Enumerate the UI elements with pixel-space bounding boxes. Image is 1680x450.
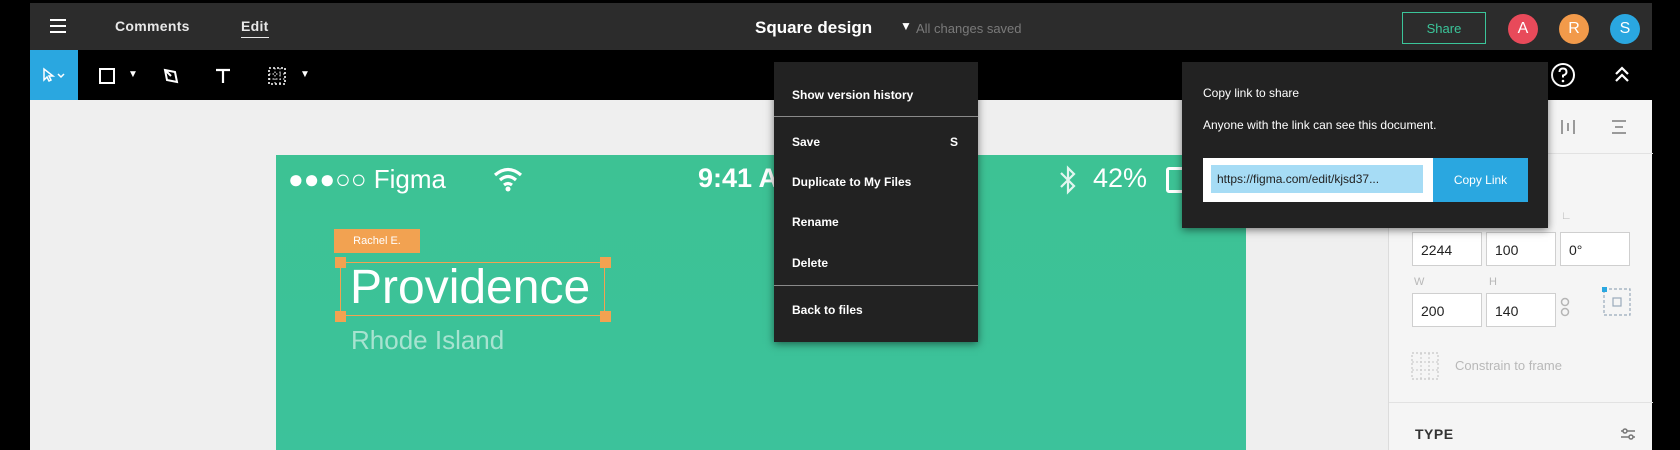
width-label: W — [1414, 276, 1425, 288]
menu-edit[interactable]: Edit — [241, 18, 269, 38]
copy-link-button[interactable]: Copy Link — [1433, 158, 1528, 202]
type-settings-icon[interactable] — [1620, 426, 1636, 442]
height-label: H — [1489, 276, 1497, 288]
status-bar-time: 9:41 A — [698, 163, 779, 193]
height-field[interactable]: 140 — [1486, 293, 1556, 327]
select-tool-button[interactable] — [30, 50, 78, 100]
width-field[interactable]: 200 — [1412, 293, 1482, 327]
avatar[interactable]: S — [1610, 14, 1640, 44]
type-section-heading: TYPE — [1415, 426, 1454, 442]
y-position-field[interactable]: 100 — [1486, 232, 1556, 266]
resize-handle[interactable] — [600, 311, 611, 322]
save-shortcut: S — [949, 135, 958, 149]
resize-handle[interactable] — [600, 257, 611, 268]
menu-item-delete[interactable]: Delete — [792, 256, 828, 270]
status-bar-carrier: ●●●○○ Figma — [288, 164, 446, 194]
constrain-frame-icon[interactable] — [1411, 352, 1439, 380]
share-heading: Copy link to share — [1203, 86, 1300, 100]
avatar[interactable]: R — [1559, 14, 1589, 44]
distribute-vertical-icon[interactable] — [1610, 118, 1628, 136]
distribute-horizontal-icon[interactable] — [1559, 118, 1577, 136]
menu-item-save[interactable]: Save — [792, 135, 820, 149]
rotation-field[interactable]: 0° — [1560, 232, 1630, 266]
rectangle-icon — [99, 68, 115, 84]
bluetooth-icon — [1060, 165, 1076, 195]
status-bar-battery-percent: 42% — [1093, 163, 1148, 193]
resize-handle[interactable] — [335, 257, 346, 268]
wifi-icon — [493, 167, 523, 192]
document-menu-dropdown: Show version history Save S Duplicate to… — [774, 62, 978, 342]
avatar[interactable]: A — [1508, 14, 1538, 44]
menu-divider — [774, 116, 978, 117]
state-subtitle-text[interactable]: Rhode Island — [351, 325, 504, 356]
menu-item-back-to-files[interactable]: Back to files — [792, 303, 863, 317]
save-status: All changes saved — [916, 21, 1022, 36]
constrain-proportions-icon[interactable] — [1560, 297, 1570, 317]
artboard[interactable]: ●●●○○ Figma 9:41 A 42% Rachel E. Provide… — [276, 155, 1246, 450]
x-position-field[interactable]: 2244 — [1412, 232, 1482, 266]
share-link-text[interactable]: https://figma.com/edit/kjsd37... — [1211, 165, 1423, 193]
share-popover: Copy link to share Anyone with the link … — [1182, 62, 1548, 228]
app-frame: Comments Edit Square design ▼ All change… — [0, 0, 1680, 450]
menu-divider — [774, 285, 978, 286]
frame-grid-icon — [268, 67, 286, 85]
top-bar: Comments Edit Square design ▼ All change… — [30, 3, 1652, 50]
rotation-icon: ∟ — [1561, 210, 1572, 222]
help-icon[interactable] — [1550, 62, 1576, 88]
constraints-icon[interactable] — [1602, 287, 1632, 317]
collaborator-tag: Rachel E. — [334, 229, 420, 253]
resize-handle[interactable] — [335, 311, 346, 322]
rectangle-tool-button[interactable] — [96, 65, 118, 87]
share-button[interactable]: Share — [1402, 12, 1486, 44]
hamburger-menu-icon[interactable] — [50, 19, 66, 33]
menu-item-show-version-history[interactable]: Show version history — [792, 88, 913, 102]
panel-divider — [1389, 402, 1653, 403]
share-description: Anyone with the link can see this docume… — [1203, 118, 1437, 132]
chevron-down-icon[interactable]: ▼ — [128, 69, 138, 80]
document-title[interactable]: Square design — [755, 18, 872, 38]
pen-tool-button[interactable] — [160, 65, 182, 87]
frame-tool-button[interactable] — [266, 65, 288, 87]
text-tool-button[interactable] — [212, 65, 234, 87]
text-icon — [216, 68, 230, 83]
share-link-field[interactable]: https://figma.com/edit/kjsd37... — [1203, 158, 1433, 202]
menu-item-rename[interactable]: Rename — [792, 215, 839, 229]
menu-item-duplicate[interactable]: Duplicate to My Files — [792, 175, 911, 189]
pen-icon — [163, 68, 179, 84]
constrain-to-frame-label[interactable]: Constrain to frame — [1455, 358, 1562, 373]
chevron-down-icon[interactable]: ▼ — [300, 69, 310, 80]
selection-box[interactable] — [340, 262, 605, 316]
select-icon — [43, 67, 65, 83]
chevron-down-icon[interactable]: ▼ — [900, 19, 912, 33]
collapse-icon[interactable] — [1612, 64, 1632, 86]
menu-comments[interactable]: Comments — [115, 18, 190, 34]
